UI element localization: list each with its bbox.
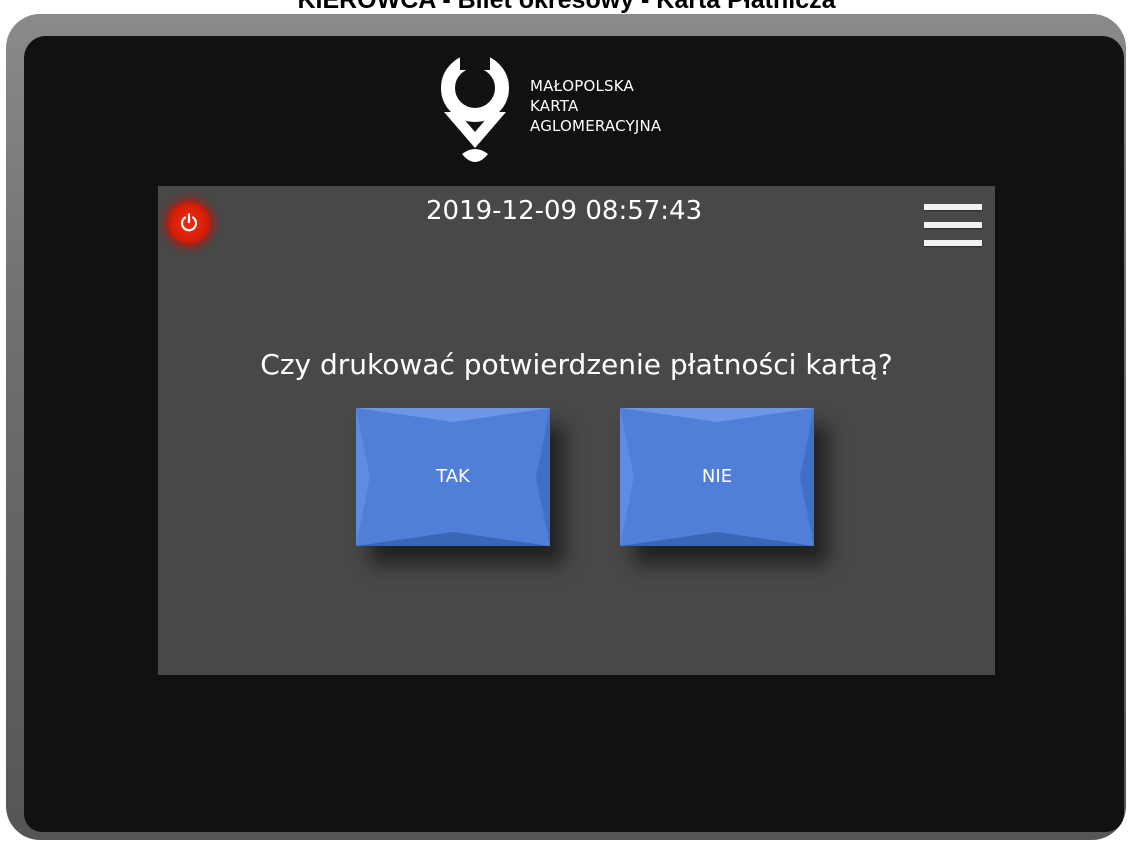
logo-line-3: AGLOMERACYJNA <box>530 117 662 135</box>
logo: MAŁOPOLSKA KARTA AGLOMERACYJNA <box>440 50 740 170</box>
datetime-display: 2019-12-09 08:57:43 <box>426 196 703 226</box>
power-icon <box>180 213 198 232</box>
no-button[interactable]: NIE <box>620 408 814 546</box>
print-confirmation-question: Czy drukować potwierdzenie płatności kar… <box>260 348 893 381</box>
logo-line-2: KARTA <box>530 97 579 115</box>
yes-button-label: TAK <box>436 466 470 487</box>
no-button-label: NIE <box>701 466 733 487</box>
yes-button[interactable]: TAK <box>356 408 550 546</box>
map-pin-logo-icon <box>441 52 509 162</box>
hamburger-menu-button[interactable] <box>922 200 984 254</box>
logo-text: MAŁOPOLSKA KARTA AGLOMERACYJNA <box>530 76 661 136</box>
logo-line-1: MAŁOPOLSKA <box>530 77 635 95</box>
touch-screen: 2019-12-09 08:57:43 Czy drukować potwier… <box>158 186 995 675</box>
power-button[interactable] <box>168 202 210 244</box>
page-heading: KIEROWCA - Bilet okresowy - Karta Płatni… <box>297 0 836 14</box>
